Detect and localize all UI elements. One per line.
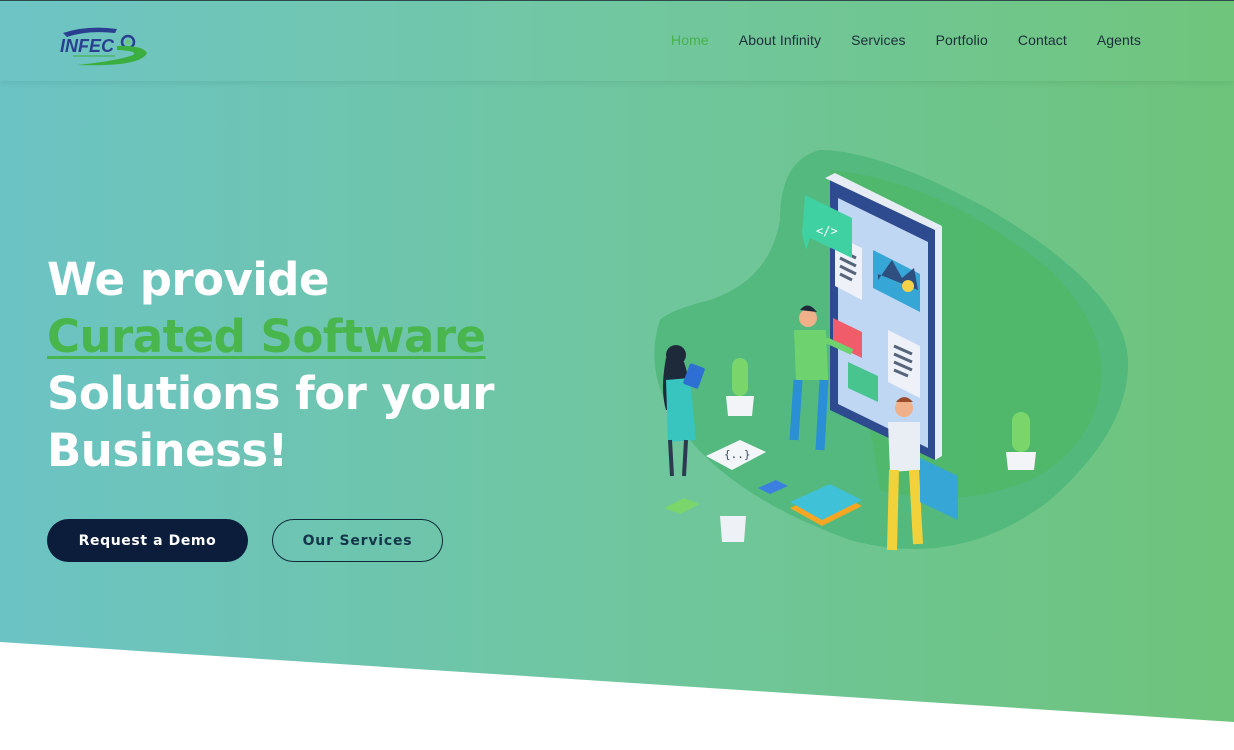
svg-text:{..}: {..}	[724, 448, 751, 461]
nav-services[interactable]: Services	[851, 32, 905, 48]
headline-line-4: Business!	[47, 424, 288, 477]
nav-home[interactable]: Home	[671, 32, 709, 48]
svg-text:</>: </>	[816, 224, 838, 238]
nav-portfolio[interactable]: Portfolio	[936, 32, 988, 48]
svg-text:INFEC: INFEC	[60, 36, 115, 56]
headline-highlight: Curated Software	[47, 310, 486, 363]
headline-line-3: Solutions for your	[47, 367, 494, 420]
nav-about-infinity[interactable]: About Infinity	[739, 32, 821, 48]
top-navbar: INFEC Home About Infinity Services Portf…	[0, 0, 1234, 81]
nav-contact[interactable]: Contact	[1018, 32, 1067, 48]
app-development-illustration: </> {..}	[630, 140, 1140, 580]
main-nav: Home About Infinity Services Portfolio C…	[641, 32, 1141, 48]
headline-line-1: We provide	[47, 253, 330, 306]
request-demo-button[interactable]: Request a Demo	[47, 519, 248, 562]
nav-agents[interactable]: Agents	[1097, 32, 1141, 48]
hero-headline: We provide Curated Software Solutions fo…	[47, 251, 567, 479]
infec-logo[interactable]: INFEC	[57, 23, 149, 69]
our-services-button[interactable]: Our Services	[272, 519, 443, 562]
